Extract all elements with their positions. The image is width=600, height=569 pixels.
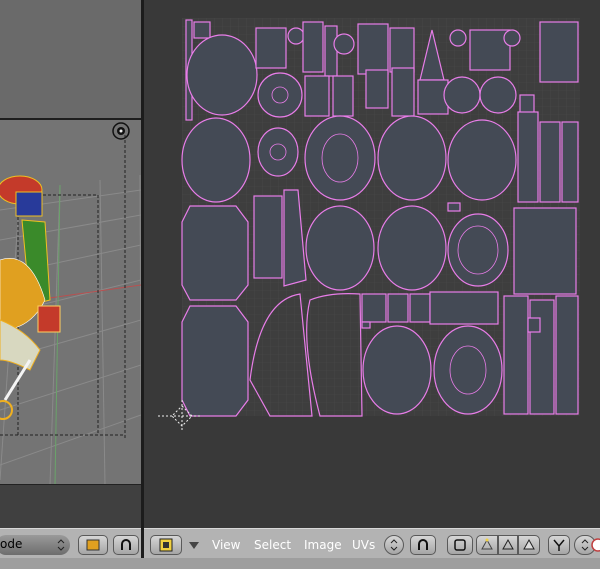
status-strip [0,558,600,569]
pivot-select[interactable] [384,535,404,555]
shading-icon [86,539,100,551]
viewport-upper-area [0,0,141,120]
mode-label: ode [0,537,23,551]
editor-type-button[interactable] [150,535,182,555]
3d-viewport[interactable] [0,0,141,528]
updown-arrow-icon [57,539,65,551]
uv-sync-icon [454,539,466,551]
menu-uvs[interactable]: UVs [352,538,375,552]
viewport-scene-area[interactable] [0,120,141,485]
scene-grid [0,135,141,485]
edge-select-button[interactable] [498,535,518,555]
menu-image[interactable]: Image [304,538,342,552]
mode-select[interactable]: ode [0,535,70,555]
uv-editor-canvas[interactable] [144,0,600,528]
vertex-select-icon [481,538,493,550]
sticky-select-icon [553,539,565,551]
collapse-triangle-icon[interactable] [188,541,200,551]
face-select-button[interactable] [518,535,540,555]
vertex-select-button[interactable] [476,535,498,555]
sync-button[interactable] [447,535,473,555]
3d-cursor-icon[interactable] [110,120,132,142]
uv-image-editor-icon [159,538,173,552]
pivot-icon [121,539,131,550]
sticky-select-button[interactable] [548,535,570,555]
face-select-icon [523,538,535,550]
menu-select[interactable]: Select [254,538,291,552]
uv-layout[interactable] [144,0,600,528]
pivot-button[interactable] [113,535,139,555]
viewport-lower-panel [0,485,141,528]
snap-button[interactable] [410,535,436,555]
proportional-edit-icon[interactable] [588,537,600,553]
shading-button[interactable] [78,535,108,555]
updown-arrow-icon [390,539,398,551]
snap-magnet-icon [418,539,428,550]
edge-select-icon [502,538,514,550]
menu-view[interactable]: View [212,538,240,552]
